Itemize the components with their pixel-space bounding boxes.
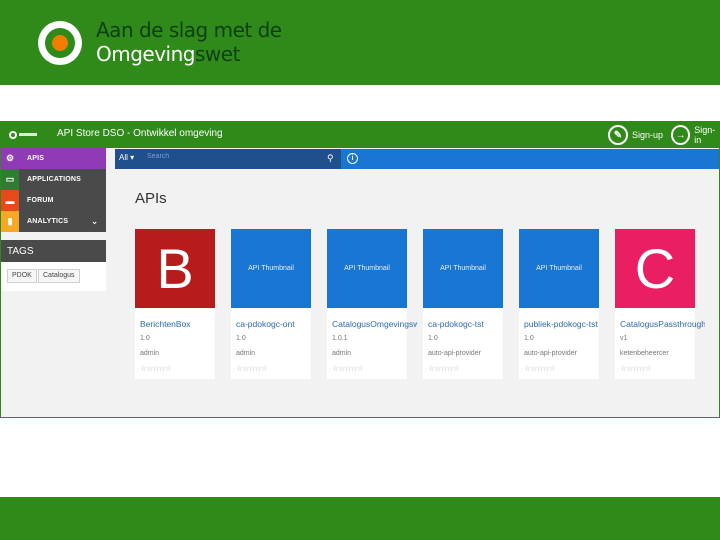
api-owner: auto-api-provider bbox=[524, 350, 577, 357]
signin-button[interactable]: → Sign-in bbox=[671, 124, 719, 146]
gear-icon: ⚙ bbox=[5, 153, 15, 163]
api-card[interactable]: C CatalogusPassthrough v1 ketenbeheercer… bbox=[615, 229, 705, 379]
slide-title-line2-a: Omgeving bbox=[96, 42, 196, 66]
signup-icon: ✎ bbox=[608, 125, 628, 145]
tag-catalogus[interactable]: Catalogus bbox=[38, 269, 80, 283]
api-version: 1.0 bbox=[140, 335, 150, 342]
tags-list: PDOK Catalogus bbox=[1, 262, 106, 291]
api-name-link[interactable]: publiek-pdokogc-tst bbox=[524, 319, 609, 329]
signup-label: Sign-up bbox=[632, 130, 664, 140]
slide-footer bbox=[0, 497, 720, 540]
api-thumbnail[interactable]: API Thumbnail bbox=[519, 229, 599, 308]
search-scope-label: All bbox=[119, 153, 128, 162]
slide-title-line2-b: swet bbox=[195, 42, 240, 66]
slide-title: Aan de slag met de Omgevingswet bbox=[96, 18, 282, 66]
api-owner: admin bbox=[236, 350, 256, 357]
api-owner: auto-api-provider bbox=[428, 350, 481, 357]
api-card[interactable]: API Thumbnail publiek-pdokogc-tst 1.0 au… bbox=[519, 229, 599, 379]
api-thumbnail[interactable]: API Thumbnail bbox=[423, 229, 503, 308]
slide-title-line1: Aan de slag met de bbox=[96, 18, 282, 42]
sidebar-item-label: APPLICATIONS bbox=[27, 176, 81, 183]
rating-stars-icon[interactable]: ☆☆☆☆☆ bbox=[236, 364, 268, 373]
sidebar-item-label: ANALYTICS bbox=[27, 218, 69, 225]
api-thumbnail[interactable]: API Thumbnail bbox=[327, 229, 407, 308]
rating-stars-icon[interactable]: ☆☆☆☆☆ bbox=[620, 364, 652, 373]
api-version: 1.0 bbox=[236, 335, 246, 342]
api-name-link[interactable]: ca-pdokogc-ont bbox=[236, 319, 321, 329]
api-store-screenshot: API Store DSO - Ontwikkel omgeving ✎ Sig… bbox=[0, 121, 720, 418]
bar-chart-icon: ▮ bbox=[1, 211, 19, 232]
chat-icon: ▬ bbox=[1, 190, 19, 211]
api-version: 1.0.1 bbox=[332, 335, 348, 342]
api-name-link[interactable]: CatalogusOmgevingswet bbox=[332, 319, 417, 329]
signup-button[interactable]: ✎ Sign-up bbox=[608, 124, 663, 146]
api-owner: ketenbeheercer bbox=[620, 350, 669, 357]
api-owner: admin bbox=[332, 350, 352, 357]
api-card[interactable]: API Thumbnail ca-pdokogc-ont 1.0 admin ☆… bbox=[231, 229, 311, 379]
sidebar-item-analytics[interactable]: ▮ ANALYTICS ⌄ bbox=[1, 211, 106, 232]
api-version: 1.0 bbox=[524, 335, 534, 342]
api-thumbnail[interactable]: C bbox=[615, 229, 695, 308]
api-card[interactable]: API Thumbnail CatalogusOmgevingswet 1.0.… bbox=[327, 229, 417, 379]
rating-stars-icon[interactable]: ☆☆☆☆☆ bbox=[140, 364, 172, 373]
rating-stars-icon[interactable]: ☆☆☆☆☆ bbox=[524, 364, 556, 373]
sidebar-item-label: APIS bbox=[27, 155, 45, 162]
api-name-link[interactable]: CatalogusPassthrough bbox=[620, 319, 705, 329]
api-thumbnail[interactable]: B bbox=[135, 229, 215, 308]
top-bar: API Store DSO - Ontwikkel omgeving ✎ Sig… bbox=[1, 122, 719, 148]
search-icon[interactable]: ⚲ bbox=[327, 153, 337, 165]
search-input[interactable]: Search bbox=[147, 153, 169, 160]
search-field-container: All ▾ Search ⚲ bbox=[115, 149, 341, 169]
tag-pdok[interactable]: PDOK bbox=[7, 269, 37, 283]
window-title: API Store DSO - Ontwikkel omgeving bbox=[57, 128, 223, 139]
api-version: v1 bbox=[620, 335, 628, 342]
sidebar-item-apis[interactable]: ⚙ APIS bbox=[1, 148, 106, 169]
api-name-link[interactable]: BerichtenBox bbox=[140, 319, 225, 329]
sidebar-item-applications[interactable]: ▭ APPLICATIONS bbox=[1, 169, 106, 190]
api-version: 1.0 bbox=[428, 335, 438, 342]
sidebar-item-forum[interactable]: ▬ FORUM bbox=[1, 190, 106, 211]
page-title: APIs bbox=[135, 190, 167, 207]
rating-stars-icon[interactable]: ☆☆☆☆☆ bbox=[332, 364, 364, 373]
search-scope-dropdown[interactable]: All ▾ bbox=[119, 153, 134, 162]
signin-icon: → bbox=[671, 125, 691, 145]
slide-header: Aan de slag met de Omgevingswet bbox=[0, 0, 720, 85]
sidebar-item-label: FORUM bbox=[27, 197, 54, 204]
api-card[interactable]: API Thumbnail ca-pdokogc-tst 1.0 auto-ap… bbox=[423, 229, 503, 379]
omgevingswet-logo-icon bbox=[38, 21, 82, 65]
search-bar: All ▾ Search ⚲ i bbox=[115, 149, 719, 169]
window-icon: ▭ bbox=[1, 169, 19, 190]
rating-stars-icon[interactable]: ☆☆☆☆☆ bbox=[428, 364, 460, 373]
tags-header: TAGS bbox=[1, 240, 106, 262]
api-thumbnail[interactable]: API Thumbnail bbox=[231, 229, 311, 308]
chevron-down-icon: ⌄ bbox=[91, 217, 98, 226]
info-icon[interactable]: i bbox=[347, 153, 358, 164]
api-name-link[interactable]: ca-pdokogc-tst bbox=[428, 319, 513, 329]
api-owner: admin bbox=[140, 350, 160, 357]
signin-label: Sign-in bbox=[694, 125, 716, 145]
brand-logo-icon[interactable] bbox=[9, 129, 37, 141]
api-card[interactable]: B BerichtenBox 1.0 admin ☆☆☆☆☆ bbox=[135, 229, 215, 379]
